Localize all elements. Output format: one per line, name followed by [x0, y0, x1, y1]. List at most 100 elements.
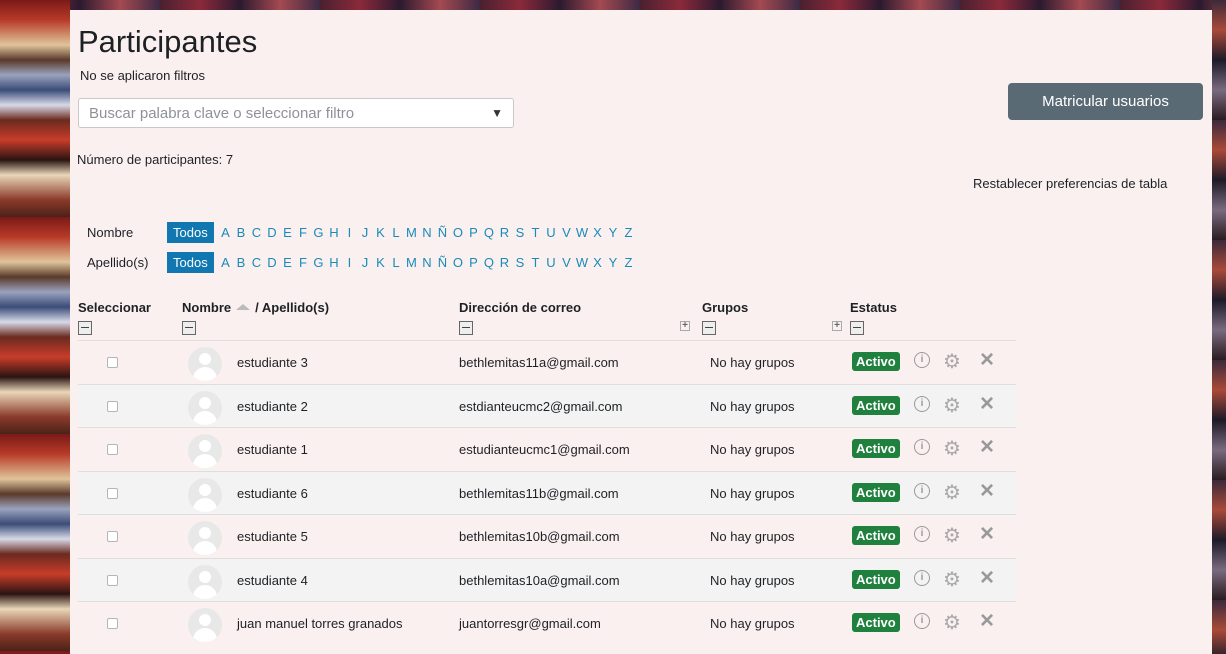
first-name-letter-link[interactable]: F — [295, 225, 311, 240]
first-name-letter-link[interactable]: S — [512, 225, 528, 240]
row-select-checkbox[interactable] — [107, 444, 118, 455]
first-name-letter-link[interactable]: Y — [605, 225, 621, 240]
avatar[interactable] — [188, 390, 222, 425]
participant-name-link[interactable]: estudiante 5 — [237, 529, 308, 544]
first-name-letter-link[interactable]: O — [450, 225, 466, 240]
last-name-letter-link[interactable]: F — [295, 255, 311, 270]
participant-name-link[interactable]: estudiante 6 — [237, 486, 308, 501]
enrol-users-button[interactable]: Matricular usuarios — [1008, 83, 1203, 120]
first-name-letter-link[interactable]: B — [233, 225, 249, 240]
collapse-select-icon[interactable] — [78, 321, 92, 335]
collapse-groups-icon[interactable] — [702, 321, 716, 335]
dropdown-caret-icon[interactable]: ▼ — [491, 106, 503, 120]
last-name-letter-link[interactable]: S — [512, 255, 528, 270]
info-icon[interactable]: i — [914, 613, 930, 629]
last-name-letter-link[interactable]: T — [528, 255, 544, 270]
unenrol-x-icon[interactable]: × — [980, 564, 994, 592]
first-name-letter-link[interactable]: P — [466, 225, 482, 240]
row-select-checkbox[interactable] — [107, 357, 118, 368]
reset-table-preferences-link[interactable]: Restablecer preferencias de tabla — [973, 176, 1167, 191]
participant-name-link[interactable]: estudiante 2 — [237, 399, 308, 414]
last-name-letter-link[interactable]: L — [388, 255, 404, 270]
first-name-letter-link[interactable]: M — [404, 225, 420, 240]
info-icon[interactable]: i — [914, 482, 930, 499]
last-name-letter-link[interactable]: G — [311, 255, 327, 270]
last-name-all-button[interactable]: Todos — [167, 252, 214, 273]
collapse-name-icon[interactable] — [182, 321, 196, 335]
unenrol-x-icon[interactable]: × — [980, 433, 994, 461]
info-icon[interactable]: i — [914, 439, 930, 455]
avatar[interactable] — [188, 608, 222, 642]
first-name-letter-link[interactable]: A — [218, 225, 234, 240]
row-select-checkbox[interactable] — [107, 400, 118, 412]
first-name-letter-link[interactable]: I — [342, 225, 358, 240]
info-icon[interactable]: i — [914, 526, 930, 542]
first-name-letter-link[interactable]: H — [326, 225, 342, 240]
first-name-letter-link[interactable]: W — [574, 225, 590, 240]
last-name-letter-link[interactable]: A — [218, 255, 234, 270]
unenrol-x-icon[interactable]: × — [980, 346, 994, 374]
participant-name-link[interactable]: estudiante 3 — [237, 355, 308, 370]
info-icon[interactable]: i — [914, 569, 930, 586]
collapse-status-icon[interactable] — [850, 321, 864, 335]
header-first-name-link[interactable]: Nombre — [182, 300, 231, 315]
first-name-letter-link[interactable]: K — [373, 225, 389, 240]
first-name-letter-link[interactable]: Z — [621, 225, 637, 240]
last-name-letter-link[interactable]: D — [264, 255, 280, 270]
avatar[interactable] — [188, 477, 222, 512]
row-select-checkbox[interactable] — [107, 531, 118, 542]
last-name-letter-link[interactable]: N — [419, 255, 435, 270]
last-name-letter-link[interactable]: B — [233, 255, 249, 270]
first-name-letter-link[interactable]: X — [590, 225, 606, 240]
last-name-letter-link[interactable]: P — [466, 255, 482, 270]
last-name-letter-link[interactable]: U — [543, 255, 559, 270]
last-name-letter-link[interactable]: O — [450, 255, 466, 270]
gear-icon[interactable]: ⚙ — [943, 480, 961, 505]
avatar[interactable] — [188, 347, 222, 381]
last-name-letter-link[interactable]: K — [373, 255, 389, 270]
last-name-letter-link[interactable]: M — [404, 255, 420, 270]
last-name-letter-link[interactable]: Ñ — [435, 255, 451, 270]
gear-icon[interactable]: ⚙ — [943, 349, 961, 374]
first-name-letter-link[interactable]: C — [249, 225, 265, 240]
info-icon[interactable]: i — [914, 352, 930, 368]
collapse-email-icon[interactable] — [459, 321, 473, 335]
avatar[interactable] — [188, 564, 222, 599]
first-name-letter-link[interactable]: L — [388, 225, 404, 240]
gear-icon[interactable]: ⚙ — [943, 523, 961, 548]
first-name-letter-link[interactable]: V — [559, 225, 575, 240]
first-name-letter-link[interactable]: N — [419, 225, 435, 240]
participant-name-link[interactable]: estudiante 1 — [237, 442, 308, 457]
expand-column-icon[interactable]: + — [832, 321, 842, 331]
last-name-letter-link[interactable]: Z — [621, 255, 637, 270]
first-name-letter-link[interactable]: U — [543, 225, 559, 240]
first-name-letter-link[interactable]: E — [280, 225, 296, 240]
header-email-link[interactable]: Dirección de correo — [459, 300, 581, 315]
row-select-checkbox[interactable] — [107, 487, 118, 499]
first-name-letter-link[interactable]: R — [497, 225, 513, 240]
first-name-letter-link[interactable]: Ñ — [435, 225, 451, 240]
first-name-letter-link[interactable]: G — [311, 225, 327, 240]
participant-name-link[interactable]: juan manuel torres granados — [237, 616, 403, 631]
last-name-letter-link[interactable]: H — [326, 255, 342, 270]
last-name-letter-link[interactable]: C — [249, 255, 265, 270]
last-name-letter-link[interactable]: Y — [605, 255, 621, 270]
last-name-letter-link[interactable]: W — [574, 255, 590, 270]
first-name-letter-link[interactable]: Q — [481, 225, 497, 240]
row-select-checkbox[interactable] — [107, 618, 118, 629]
last-name-letter-link[interactable]: E — [280, 255, 296, 270]
info-icon[interactable]: i — [914, 395, 930, 412]
unenrol-x-icon[interactable]: × — [980, 390, 994, 418]
header-last-name-link[interactable]: / Apellido(s) — [255, 300, 329, 315]
first-name-letter-link[interactable]: J — [357, 225, 373, 240]
gear-icon[interactable]: ⚙ — [943, 610, 961, 635]
first-name-letter-link[interactable]: D — [264, 225, 280, 240]
last-name-letter-link[interactable]: X — [590, 255, 606, 270]
unenrol-x-icon[interactable]: × — [980, 520, 994, 548]
participant-name-link[interactable]: estudiante 4 — [237, 573, 308, 588]
unenrol-x-icon[interactable]: × — [980, 477, 994, 505]
last-name-letter-link[interactable]: I — [342, 255, 358, 270]
search-filter-input[interactable]: Buscar palabra clave o seleccionar filtr… — [78, 98, 514, 128]
last-name-letter-link[interactable]: R — [497, 255, 513, 270]
first-name-all-button[interactable]: Todos — [167, 222, 214, 243]
